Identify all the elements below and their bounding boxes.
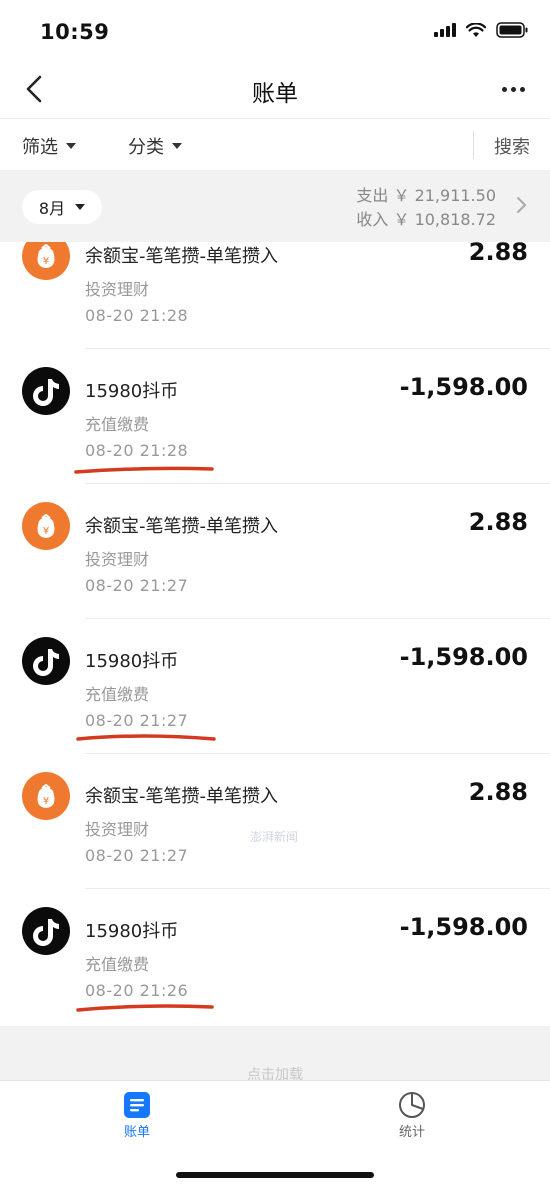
month-totals: 支出 ￥ 21,911.50 收入 ￥ 10,818.72 [356,184,496,232]
search-button[interactable]: 搜索 [494,133,530,159]
bill-icon [124,1092,150,1118]
transaction-amount: -1,598.00 [399,643,528,671]
signal-icon [434,23,456,37]
transaction-amount: 2.88 [468,242,528,266]
douyin-icon [22,637,70,685]
yuebao-icon: ¥ [22,502,70,550]
transaction-row[interactable]: 15980抖币 充值缴费 08-20 21:27 -1,598.00 [0,619,550,754]
transaction-row[interactable]: 15980抖币 充值缴费 08-20 21:26 -1,598.00 [0,889,550,1024]
more-button[interactable] [496,76,530,102]
transaction-category: 充值缴费 [85,955,150,974]
red-underline-annotation [76,1004,214,1012]
tab-stats[interactable]: 统计 [372,1091,452,1140]
transaction-time: 08-20 21:28 [85,306,189,325]
transaction-title: 余额宝-笔笔攒-单笔攒入 [85,786,278,807]
wifi-icon [466,22,486,38]
red-underline-annotation [74,466,214,474]
transaction-category: 投资理财 [85,280,150,299]
transaction-time: 08-20 21:27 [85,576,189,595]
transaction-list: ¥ 余额宝-笔笔攒-单笔攒入 投资理财 08-20 21:28 2.88 159… [0,242,550,1026]
yuebao-icon: ¥ [22,772,70,820]
transaction-row[interactable]: ¥ 余额宝-笔笔攒-单笔攒入 投资理财 08-20 21:28 2.88 [0,242,550,349]
transaction-title: 余额宝-笔笔攒-单笔攒入 [85,516,278,537]
transaction-category: 投资理财 [85,820,150,839]
transaction-title: 15980抖币 [85,381,179,402]
filter-bar: 筛选 分类 搜索 [0,118,550,170]
transaction-title: 15980抖币 [85,651,179,672]
divider [473,131,474,159]
home-indicator [176,1172,374,1178]
category-label: 分类 [128,137,164,158]
transaction-time: 08-20 21:27 [85,711,189,730]
transaction-time: 08-20 21:26 [85,981,189,1000]
caret-down-icon [66,143,76,149]
transaction-row[interactable]: 15980抖币 充值缴费 08-20 21:28 -1,598.00 [0,349,550,484]
chevron-right-icon [517,197,526,213]
watermark: 澎湃新闻 [250,830,299,844]
transaction-category: 充值缴费 [85,415,150,434]
transaction-time: 08-20 21:27 [85,846,189,865]
douyin-icon [22,907,70,955]
svg-text:¥: ¥ [43,796,49,807]
page-title: 账单 [252,81,298,107]
yuebao-icon: ¥ [22,242,70,280]
status-icons [434,22,528,38]
transaction-title: 15980抖币 [85,921,179,942]
status-time: 10:59 [40,20,110,44]
income-total: 收入 ￥ 10,818.72 [356,210,496,229]
transaction-time: 08-20 21:28 [85,441,189,460]
tab-bill[interactable]: 账单 [97,1091,177,1140]
transaction-category: 充值缴费 [85,685,150,704]
category-dropdown[interactable]: 分类 [128,133,182,159]
transaction-category: 投资理财 [85,550,150,569]
tab-bill-label: 账单 [123,1125,150,1140]
transaction-title: 余额宝-笔笔攒-单笔攒入 [85,246,278,267]
month-summary-bar[interactable]: 8月 支出 ￥ 21,911.50 收入 ￥ 10,818.72 [0,170,550,242]
status-bar: 10:59 [0,0,550,62]
caret-down-icon [172,143,182,149]
transaction-row[interactable]: ¥ 余额宝-笔笔攒-单笔攒入 投资理财 08-20 21:27 2.88 [0,754,550,889]
douyin-icon [22,367,70,415]
tab-stats-label: 统计 [398,1125,425,1140]
month-selector[interactable]: 8月 [22,190,102,224]
expense-total: 支出 ￥ 21,911.50 [356,186,496,205]
transaction-amount: -1,598.00 [399,373,528,401]
month-label: 8月 [38,199,66,218]
red-underline-annotation [76,734,216,741]
transaction-amount: 2.88 [468,778,528,806]
filter-dropdown[interactable]: 筛选 [22,133,76,159]
transaction-amount: 2.88 [468,508,528,536]
svg-text:¥: ¥ [43,526,49,537]
load-more-area[interactable]: 点击加载 [0,1026,550,1083]
svg-text:¥: ¥ [43,256,49,267]
caret-down-icon [75,204,86,210]
more-icon [501,86,507,92]
transaction-row[interactable]: ¥ 余额宝-笔笔攒-单笔攒入 投资理财 08-20 21:27 2.88 [0,484,550,619]
transaction-amount: -1,598.00 [399,913,528,941]
nav-bar: 账单 [0,62,550,116]
filter-label: 筛选 [22,137,58,158]
battery-icon [496,22,528,38]
pie-chart-icon [399,1092,425,1118]
